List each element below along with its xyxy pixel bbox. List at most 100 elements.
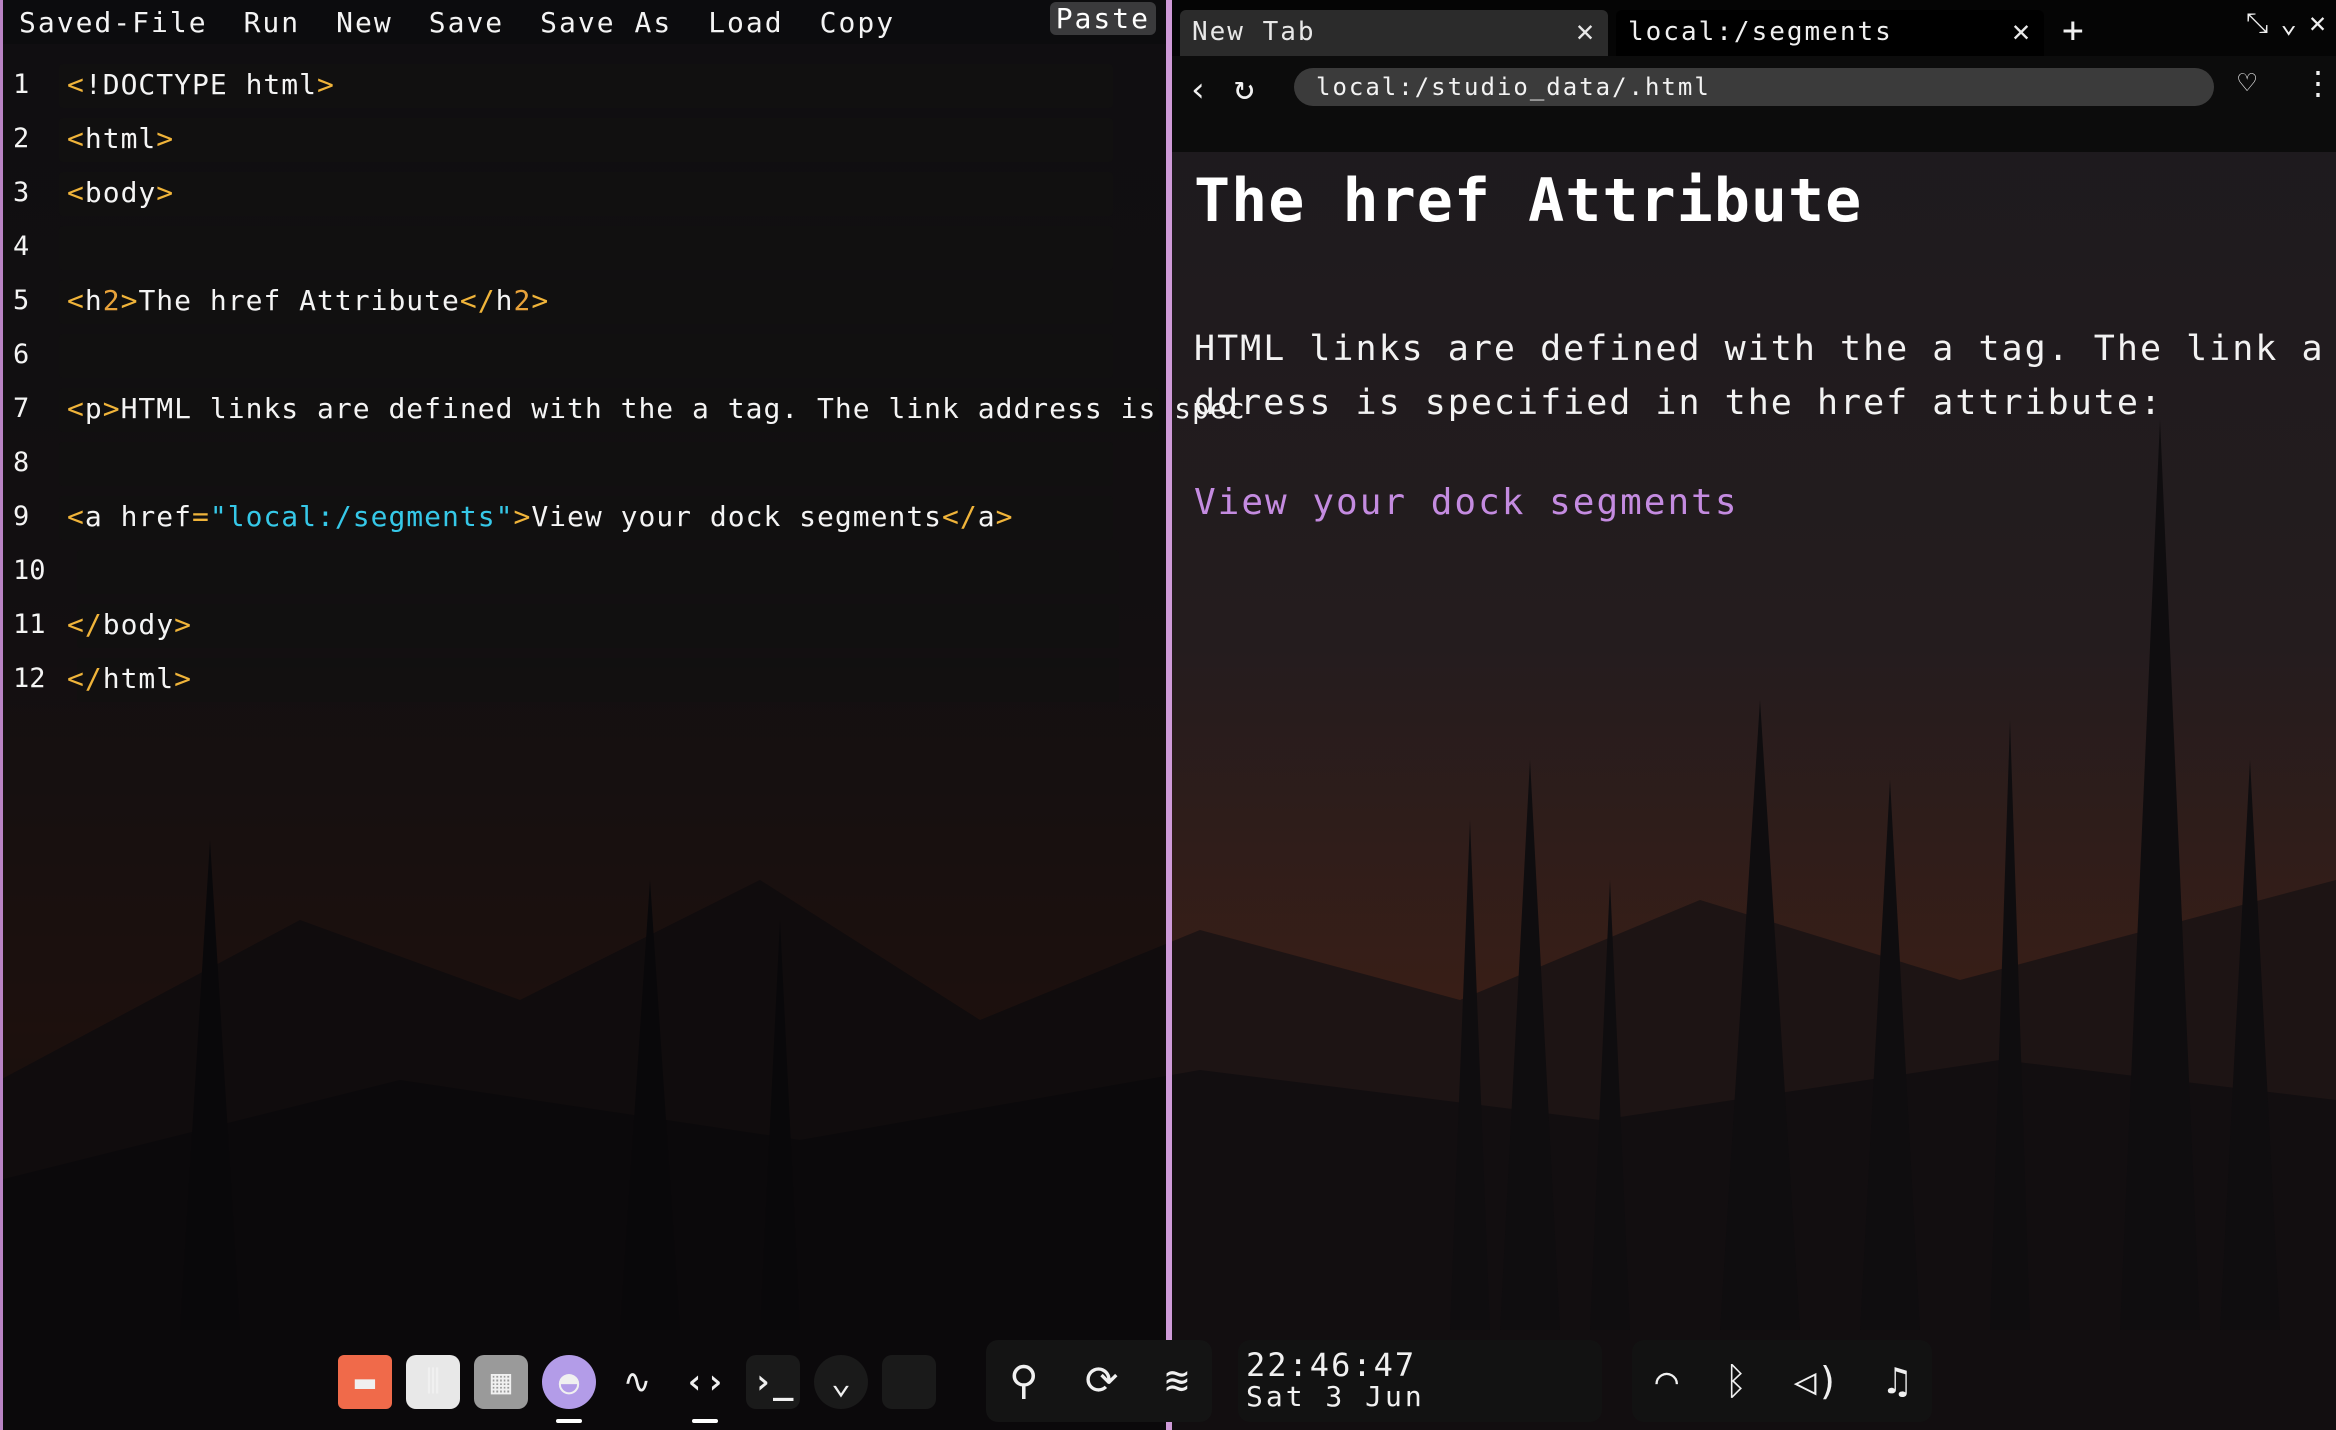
line-highlight [59, 442, 1113, 486]
menu-save-as[interactable]: Save As [522, 6, 690, 39]
code-token: > [995, 500, 1014, 533]
code-token: > [513, 500, 532, 533]
code-line[interactable]: 1 <!DOCTYPE html> [3, 64, 1169, 118]
code-token: > [317, 68, 335, 101]
back-icon[interactable]: ‹ [1188, 70, 1208, 110]
line-text: <h2>The href Attribute</h2> [67, 280, 549, 322]
url-field[interactable]: local:/studio_data/.html [1294, 68, 2214, 106]
clock[interactable]: 22:46:47 Sat 3 Jun [1238, 1340, 1602, 1422]
line-highlight [59, 226, 1113, 270]
close-icon[interactable]: ✕ [2012, 10, 2032, 54]
close-icon[interactable]: ✕ [1576, 10, 1596, 54]
code-token: View your dock segments [531, 500, 943, 533]
menu-copy[interactable]: Copy [802, 6, 913, 39]
ghost-icon[interactable]: ◓ [542, 1355, 596, 1423]
line-text: </body> [67, 604, 192, 646]
dock: ▬ ⫴ ▦ ◓ ∿ ‹› ›_ ⌄ ⚲ ⟳ ≋ 22:46:47 Sat 3 J… [0, 1332, 2336, 1430]
chevron-down-icon[interactable]: ⌄ [2280, 6, 2297, 40]
address-bar-row: ‹ ↻ local:/studio_data/.html ♡ ⋮ [1172, 56, 2336, 152]
code-line[interactable]: 12 </html> [3, 658, 1169, 712]
code-icon[interactable]: ‹› [678, 1355, 732, 1423]
bluetooth-icon[interactable]: ᛒ [1725, 1359, 1748, 1403]
line-text: <body> [67, 172, 174, 214]
code-line[interactable]: 6 [3, 334, 1169, 388]
restore-icon[interactable]: ⤡ [2246, 6, 2268, 40]
code-token: > [531, 284, 550, 317]
activity-icon[interactable]: ∿ [610, 1355, 664, 1409]
heart-icon[interactable]: ♡ [2238, 66, 2256, 101]
code-line[interactable]: 5 <h2>The href Attribute</h2> [3, 280, 1169, 334]
clock-date: Sat 3 Jun [1246, 1380, 1425, 1413]
browser-window: New Tab ✕ local:/segments ✕ + ⤡ ⌄ ✕ ‹ ↻ … [1172, 0, 2336, 1430]
code-area[interactable]: 1 <!DOCTYPE html> 2 <html> 3 <body> 4 5 <h2>The … [3, 64, 1245, 712]
layers-icon[interactable]: ≋ [1165, 1358, 1189, 1404]
code-token: a href [84, 500, 193, 533]
calculator-icon[interactable]: ▦ [474, 1355, 528, 1409]
sync-icon[interactable]: ⟳ [1085, 1358, 1119, 1404]
code-line[interactable]: 4 [3, 226, 1169, 280]
code-token: p [84, 392, 103, 425]
blank-app[interactable] [882, 1355, 936, 1409]
chevron-icon[interactable]: ⌄ [814, 1355, 868, 1409]
code-line[interactable]: 8 [3, 442, 1169, 496]
code-token: < [67, 392, 85, 425]
code-token: > [174, 662, 193, 695]
menu-run[interactable]: Run [226, 6, 319, 39]
tab-strip: New Tab ✕ local:/segments ✕ + ⤡ ⌄ ✕ [1172, 0, 2336, 56]
code-token: 2 [513, 284, 532, 317]
reload-icon[interactable]: ↻ [1234, 68, 1254, 108]
code-token: h [84, 284, 103, 317]
terminal-icon[interactable]: ›_ [746, 1355, 800, 1409]
code-line[interactable]: 11 </body> [3, 604, 1169, 658]
more-options-icon[interactable]: ⋮ [2302, 64, 2334, 102]
folder-icon[interactable]: ▬ [338, 1355, 392, 1409]
menu-paste[interactable]: Paste [1049, 2, 1156, 35]
wifi-icon[interactable]: ◠ [1655, 1359, 1678, 1403]
menu-new[interactable]: New [318, 6, 411, 39]
tab-local-segments[interactable]: local:/segments ✕ [1616, 10, 2044, 56]
dock-tools: ⚲ ⟳ ≋ [986, 1340, 1212, 1422]
line-highlight [59, 172, 1113, 216]
code-token: 2 [102, 284, 121, 317]
page-paragraph: HTML links are defined with the a tag. T… [1194, 329, 2325, 423]
search-icon[interactable]: ⚲ [1009, 1358, 1038, 1404]
code-token: </ [459, 284, 496, 317]
code-line[interactable]: 9 <a href="local:/segments">View your doc… [3, 496, 1169, 550]
code-token: The href Attribute [138, 284, 460, 317]
tab-label: local:/segments [1628, 17, 1893, 47]
line-highlight [77, 550, 1119, 594]
bell-icon[interactable]: ♫ [1886, 1359, 1909, 1403]
code-token: !DOCTYPE html [84, 68, 318, 101]
code-token: = [192, 500, 210, 533]
running-indicator [692, 1419, 718, 1423]
code-line[interactable]: 10 [3, 550, 1169, 604]
editor-menubar: Saved-File Run New Save Save As Load Copy Paste [3, 0, 1166, 44]
line-text: <!DOCTYPE html> [67, 64, 335, 106]
code-line[interactable]: 2 <html> [3, 118, 1169, 172]
menu-save[interactable]: Save [411, 6, 522, 39]
line-number: 8 [13, 447, 30, 478]
line-highlight [59, 334, 1113, 378]
close-window-icon[interactable]: ✕ [2309, 6, 2326, 40]
code-line[interactable]: 3 <body> [3, 172, 1169, 226]
tab-new-tab[interactable]: New Tab ✕ [1180, 10, 1608, 56]
menu-saved-file[interactable]: Saved-File [3, 6, 226, 39]
code-token: < [67, 122, 85, 155]
new-tab-button[interactable]: + [2062, 6, 2084, 56]
line-highlight [77, 658, 1119, 702]
code-line[interactable]: 7 <p>HTML links are defined with the a ta… [3, 388, 1245, 442]
code-token: </ [67, 608, 103, 641]
code-token: < [67, 284, 85, 317]
volume-icon[interactable]: ◁) [1794, 1359, 1840, 1403]
dock-segments-link[interactable]: View your dock segments [1194, 482, 1739, 523]
code-token: html [84, 122, 157, 155]
clock-time: 22:46:47 [1246, 1346, 1417, 1384]
line-number: 4 [13, 231, 30, 262]
line-number: 3 [13, 177, 30, 208]
menu-load[interactable]: Load [690, 6, 801, 39]
code-token: </ [942, 500, 978, 533]
line-highlight [77, 604, 1119, 648]
tab-label: New Tab [1192, 17, 1316, 47]
mixer-icon[interactable]: ⫴ [406, 1355, 460, 1409]
line-number: 7 [13, 393, 30, 424]
